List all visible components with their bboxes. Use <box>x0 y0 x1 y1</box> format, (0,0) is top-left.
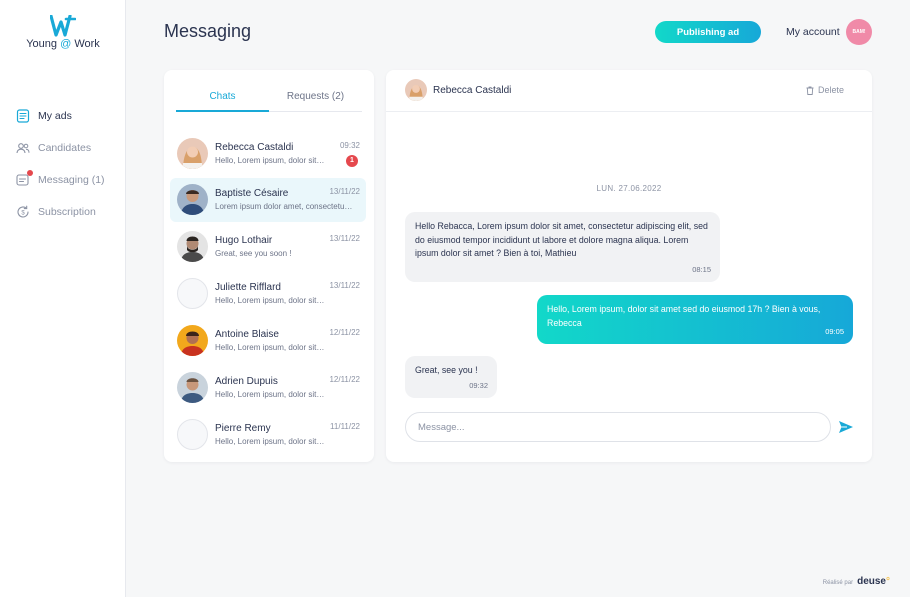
conversation-panel: Rebecca Castaldi Delete LUN. 27.06.2022 … <box>386 70 872 462</box>
contact-avatar[interactable] <box>405 79 427 101</box>
avatar <box>177 372 208 403</box>
chat-tabs: Chats Requests (2) <box>176 88 362 112</box>
sidebar-item-label: Messaging (1) <box>38 174 105 186</box>
conversation-time: 13/11/22 <box>329 234 360 243</box>
message-time: 09:32 <box>469 380 488 390</box>
footer-made-by: Réalisé par <box>822 580 854 586</box>
svg-text:$: $ <box>21 210 25 216</box>
message-icon <box>16 170 33 187</box>
conversation-preview: Hello, Lorem ipsum, dolor sit amet... <box>215 343 325 352</box>
sidebar-item-label: Subscription <box>38 206 96 218</box>
avatar-brand-text: BAM! <box>852 29 866 35</box>
sidebar-item-label: Candidates <box>38 142 92 154</box>
sidebar-item-label: My ads <box>38 110 72 122</box>
conversation-time: 12/11/22 <box>329 328 360 337</box>
message-time: 08:15 <box>692 264 711 274</box>
subscription-icon: $ <box>16 205 30 219</box>
tab-chats[interactable]: Chats <box>176 88 269 112</box>
message-time: 09:05 <box>825 326 844 336</box>
conversation-time: 11/11/22 <box>330 422 360 431</box>
conversation-time: 12/11/22 <box>329 375 360 384</box>
document-icon <box>16 109 30 123</box>
chat-list-panel: Chats Requests (2) Rebecca Castaldi Hell… <box>164 70 374 462</box>
sidebar-item-candidates[interactable]: Candidates <box>16 132 120 164</box>
page-title: Messaging <box>164 21 252 41</box>
avatar <box>177 325 208 356</box>
conversation-name: Baptiste Césaire <box>215 188 289 199</box>
conversation-item[interactable]: Rebecca Castaldi Hello, Lorem ipsum, dol… <box>170 132 366 176</box>
delete-label: Delete <box>817 85 844 95</box>
conversation-preview: Hello, Lorem ipsum, dolor sit amet... <box>215 390 325 399</box>
conversation-header: Rebecca Castaldi Delete <box>386 70 872 112</box>
trash-icon <box>806 86 814 95</box>
conversation-name: Hugo Lothair <box>215 235 273 246</box>
message-text: Hello Rebacca, Lorem ipsum dolor sit ame… <box>415 221 708 258</box>
conversation-time: 13/11/22 <box>329 281 360 290</box>
conversation-item[interactable]: Antoine Blaise Hello, Lorem ipsum, dolor… <box>170 319 366 363</box>
tab-requests[interactable]: Requests (2) <box>269 88 362 111</box>
conversation-name: Adrien Dupuis <box>215 376 278 387</box>
message-input[interactable] <box>405 412 831 442</box>
contact-name[interactable]: Rebecca Castaldi <box>433 85 511 96</box>
avatar-placeholder <box>177 278 208 309</box>
conversation-item[interactable]: Adrien Dupuis Hello, Lorem ipsum, dolor … <box>170 366 366 410</box>
message-bubble-received: Hello Rebacca, Lorem ipsum dolor sit ame… <box>405 212 720 282</box>
app-logo[interactable]: Young @ Work <box>0 15 126 50</box>
conversation-name: Rebecca Castaldi <box>215 142 294 153</box>
conversation-name: Antoine Blaise <box>215 329 279 340</box>
message-bubble-received: Great, see you ! 09:32 <box>405 356 497 398</box>
my-account-link[interactable]: My account <box>786 26 840 38</box>
avatar <box>177 231 208 262</box>
conversation-preview: Lorem ipsum dolor amet, consectetur adip… <box>215 202 355 211</box>
conversation-preview: Hello, Lorem ipsum, dolor sit amet... <box>215 296 325 305</box>
logo-text: Young @ Work <box>26 38 100 50</box>
send-icon[interactable] <box>838 419 854 435</box>
avatar <box>177 138 208 169</box>
unread-badge: 1 <box>346 155 358 167</box>
conversation-preview: Hello, Lorem ipsum, dolor sit amet... <box>215 156 325 165</box>
sidebar-nav: My ads Candidates Messaging (1) $ Subscr… <box>16 100 120 228</box>
logo-w-icon <box>50 15 76 37</box>
conversation-item[interactable]: Juliette Rifflard Hello, Lorem ipsum, do… <box>170 272 366 316</box>
date-separator: LUN. 27.06.2022 <box>596 184 662 193</box>
conversation-name: Pierre Remy <box>215 423 271 434</box>
account-avatar[interactable]: BAM! <box>846 19 872 45</box>
sidebar-item-messaging[interactable]: Messaging (1) <box>16 164 120 196</box>
conversation-item[interactable]: Hugo Lothair Great, see you soon ! 13/11… <box>170 225 366 269</box>
footer-credit: Réalisé par deuse° <box>823 576 890 587</box>
conversation-time: 09:32 <box>339 141 360 150</box>
conversation-item[interactable]: Pierre Remy Hello, Lorem ipsum, dolor si… <box>170 413 366 457</box>
message-text: Great, see you ! <box>415 365 478 375</box>
conversation-item[interactable]: Baptiste Césaire Lorem ipsum dolor amet,… <box>170 178 366 222</box>
publishing-ad-button[interactable]: Publishing ad <box>655 21 761 43</box>
message-text: Hello, Lorem ipsum, dolor sit amet sed d… <box>547 304 821 328</box>
footer-brand[interactable]: deuse° <box>857 576 890 587</box>
delete-button[interactable]: Delete <box>806 85 844 95</box>
message-bubble-sent: Hello, Lorem ipsum, dolor sit amet sed d… <box>537 295 853 344</box>
sidebar: Young @ Work My ads Candidates Messaging… <box>0 0 126 597</box>
avatar-placeholder <box>177 419 208 450</box>
avatar <box>177 184 208 215</box>
users-icon <box>16 141 30 155</box>
notification-dot <box>27 170 33 176</box>
sidebar-item-subscription[interactable]: $ Subscription <box>16 196 120 228</box>
sidebar-item-my-ads[interactable]: My ads <box>16 100 120 132</box>
conversation-preview: Great, see you soon ! <box>215 249 292 258</box>
conversation-name: Juliette Rifflard <box>215 282 281 293</box>
conversation-time: 13/11/22 <box>329 187 360 196</box>
conversation-preview: Hello, Lorem ipsum, dolor sit amet... <box>215 437 325 446</box>
